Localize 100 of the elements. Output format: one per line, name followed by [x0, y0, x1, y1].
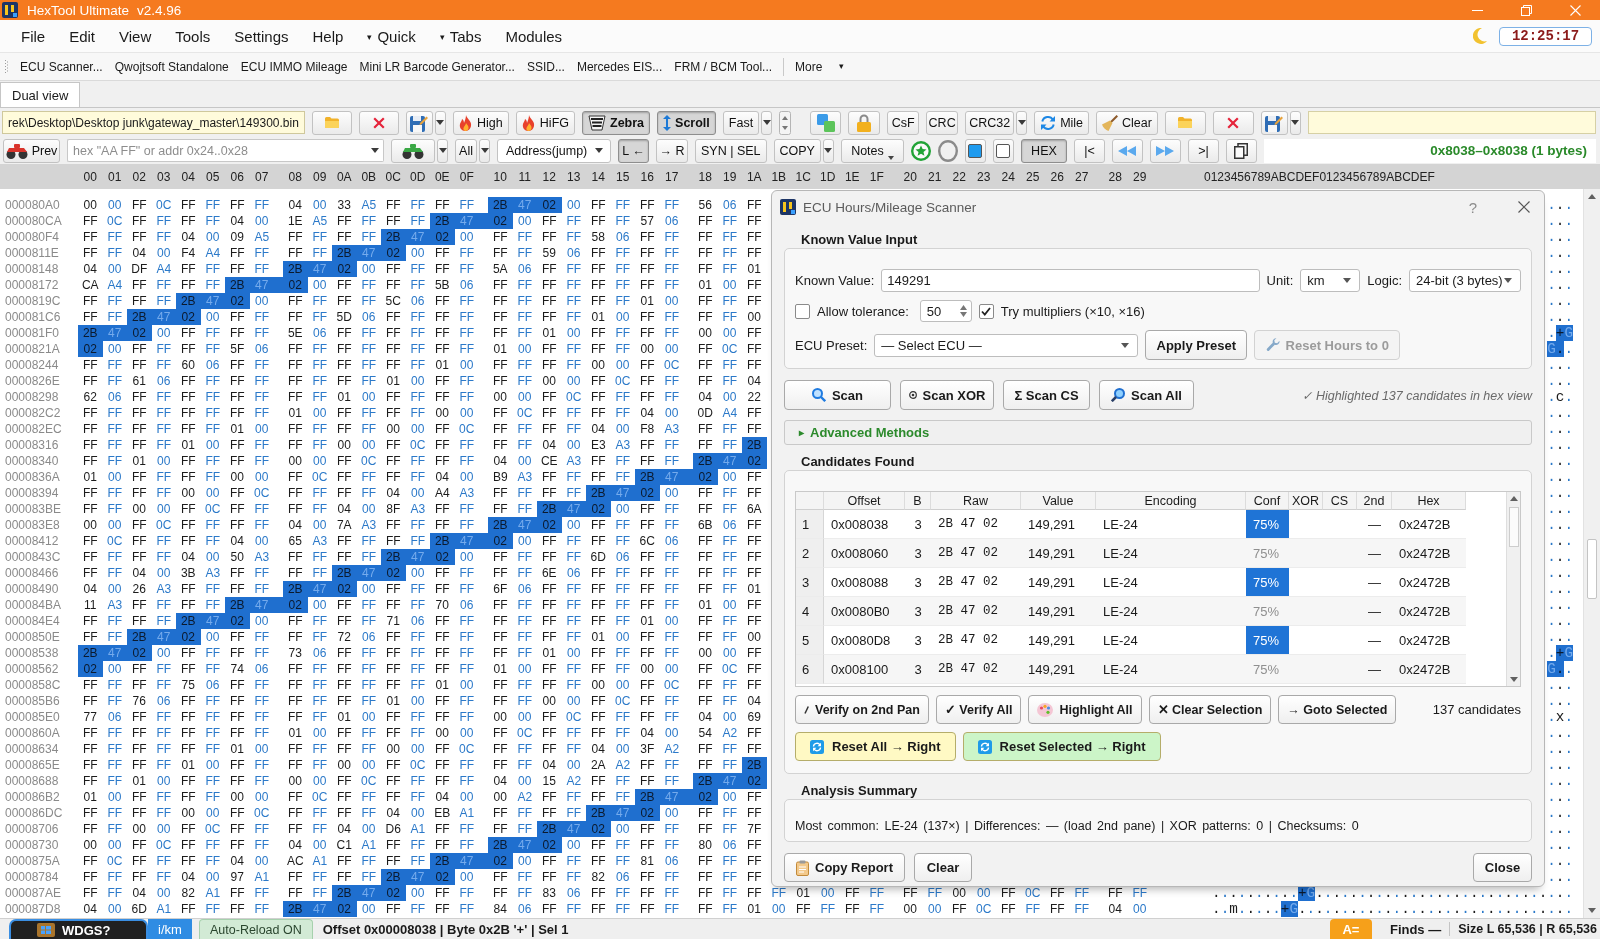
checksum-dropdown[interactable]: CRC32 — [965, 110, 1015, 135]
right-button[interactable]: → R — [656, 138, 688, 163]
scan-all-button[interactable]: Scan All — [1099, 380, 1194, 410]
toolbar-link[interactable]: SSID... — [526, 59, 565, 74]
column-header[interactable]: Value — [1021, 492, 1096, 510]
left-button[interactable]: L ← — [618, 138, 649, 163]
scope-dropdown[interactable]: All — [455, 138, 477, 163]
dropdown-button[interactable] — [822, 138, 834, 163]
column-header[interactable]: Hex — [1392, 492, 1466, 510]
text-field[interactable] — [1307, 111, 1596, 134]
notes-button[interactable]: Notes — [840, 138, 904, 163]
menu-item[interactable]: Edit — [57, 27, 108, 45]
dropdown-button[interactable] — [434, 110, 446, 135]
crc-button[interactable]: CRC — [926, 110, 959, 135]
logic-dropdown[interactable]: 24-bit (3 bytes) — [1409, 269, 1521, 292]
dropdown-button[interactable] — [1016, 110, 1028, 135]
column-header[interactable]: Conf — [1246, 492, 1289, 510]
hex-button[interactable]: HEX — [1020, 138, 1067, 163]
checkbox[interactable] — [978, 303, 994, 319]
vertical-scrollbar[interactable] — [1506, 492, 1520, 686]
menu-item[interactable]: View — [107, 27, 164, 45]
remove-button[interactable] — [358, 110, 399, 135]
scan-button[interactable]: Scan — [784, 380, 891, 410]
vertical-scrollbar[interactable] — [1583, 189, 1600, 918]
apply-preset-button[interactable]: Apply Preset — [1145, 330, 1248, 360]
toolbar-link[interactable]: Qwojtsoft Standalone — [114, 59, 229, 74]
prev-button[interactable]: Prev — [3, 138, 60, 163]
verify-button[interactable]: Verify on 2nd Pan — [795, 695, 929, 724]
remove-button[interactable] — [1212, 110, 1254, 135]
first-button[interactable]: |< — [1073, 138, 1105, 163]
dropdown-button[interactable] — [1289, 110, 1301, 135]
color-swatch-button[interactable] — [992, 138, 1014, 163]
clear-selection-button[interactable]: ✕ Clear Selection — [1148, 695, 1272, 724]
speed-dropdown[interactable]: Fast — [722, 110, 760, 135]
spin-arrows-icon[interactable] — [779, 110, 792, 135]
row-number[interactable]: 1 — [796, 510, 824, 539]
csf-button[interactable]: CsF — [887, 110, 920, 135]
app-button[interactable]: WDGS? — [9, 919, 148, 939]
reset-button[interactable]: Reset Selected → Right — [962, 732, 1161, 761]
column-header[interactable]: Raw — [931, 492, 1021, 510]
column-header[interactable]: Encoding — [1096, 492, 1246, 510]
color-swatch-button[interactable] — [964, 138, 986, 163]
high-button[interactable]: High — [452, 110, 509, 135]
checkbox[interactable] — [795, 303, 810, 319]
toolbar-link[interactable]: Mini LR Barcode Generator... — [359, 59, 515, 74]
row-number[interactable]: 5 — [796, 626, 824, 655]
verify-all-button[interactable]: ✓ Verify All — [935, 695, 1022, 724]
scroll-button[interactable]: Scroll — [657, 110, 716, 135]
copy-button[interactable]: COPY — [773, 138, 821, 163]
tab[interactable]: Dual view — [0, 82, 81, 107]
dropdown-button[interactable] — [437, 138, 448, 163]
dropdown-button[interactable] — [761, 110, 773, 135]
column-header[interactable]: CS — [1323, 492, 1357, 510]
column-header[interactable]: Offset — [824, 492, 905, 510]
save-button[interactable] — [405, 110, 433, 135]
menu-item[interactable]: Settings — [222, 27, 301, 45]
clear-button[interactable]: Clear — [1096, 110, 1158, 135]
unit-toggle[interactable]: i/km — [148, 919, 192, 939]
row-number[interactable]: 6 — [796, 655, 824, 684]
column-header[interactable]: B — [905, 492, 931, 510]
previous-button[interactable] — [1111, 138, 1143, 163]
lock-button[interactable] — [848, 110, 881, 135]
highlight-all-button[interactable]: Highlight All — [1028, 695, 1142, 724]
minimize-icon[interactable] — [1472, 9, 1483, 11]
dropdown-button[interactable] — [479, 138, 490, 163]
hifg-button[interactable]: HiFG — [515, 110, 575, 135]
menu-item[interactable]: Modules — [493, 27, 575, 45]
toolbar-link[interactable]: FRM / BCM Tool... — [674, 59, 773, 74]
toolbar-link[interactable]: ECU IMMO Mileage — [240, 59, 348, 74]
menu-item[interactable]: Help — [300, 27, 356, 45]
toolbar-button[interactable] — [1225, 138, 1257, 163]
zebra-button[interactable]: Zebra — [582, 110, 651, 135]
advanced-methods-toggle[interactable]: ▸ Advanced Methods — [784, 420, 1532, 445]
scrollbar-thumb[interactable] — [1587, 539, 1597, 599]
save-button[interactable] — [1260, 110, 1288, 135]
known-value-field[interactable]: 149291 — [881, 269, 1260, 292]
restore-icon[interactable] — [1521, 4, 1532, 16]
column-header[interactable]: 2nd — [1357, 492, 1392, 510]
file-path-field[interactable]: rek\Desktop\Desktop junk\gateway_master\149300.bin — [2, 111, 305, 134]
clear-button[interactable]: Clear — [914, 853, 972, 882]
toolbar-link[interactable]: Mercedes EIS... — [576, 59, 663, 74]
star-circle-icon[interactable] — [910, 140, 931, 161]
row-number[interactable]: 4 — [796, 597, 824, 626]
auto-reload-toggle[interactable]: Auto-Reload ON — [199, 919, 313, 939]
scan-cs-button[interactable]: Σ Scan CS — [1003, 380, 1090, 410]
copy-report-button[interactable]: Copy Report — [784, 853, 905, 882]
circle-icon[interactable] — [937, 139, 958, 162]
preset-dropdown[interactable]: — Select ECU — — [874, 333, 1139, 357]
row-number[interactable]: 2 — [796, 539, 824, 568]
column-header[interactable]: XOR — [1289, 492, 1323, 510]
goto-selected-button[interactable]: → Goto Selected — [1278, 695, 1397, 724]
jump-mode-dropdown[interactable]: Address(jump) — [497, 138, 611, 163]
mile-button[interactable]: Mile — [1034, 110, 1090, 135]
last-button[interactable]: >| — [1187, 138, 1219, 163]
menu-item[interactable]: Tools — [163, 27, 223, 45]
tolerance-spinbox[interactable]: 50 — [919, 300, 972, 322]
toolbar-button[interactable] — [391, 138, 435, 163]
reset-button[interactable]: Reset All → Right — [795, 732, 956, 761]
unit-dropdown[interactable]: km — [1300, 269, 1361, 292]
menu-item[interactable]: File — [9, 27, 58, 45]
